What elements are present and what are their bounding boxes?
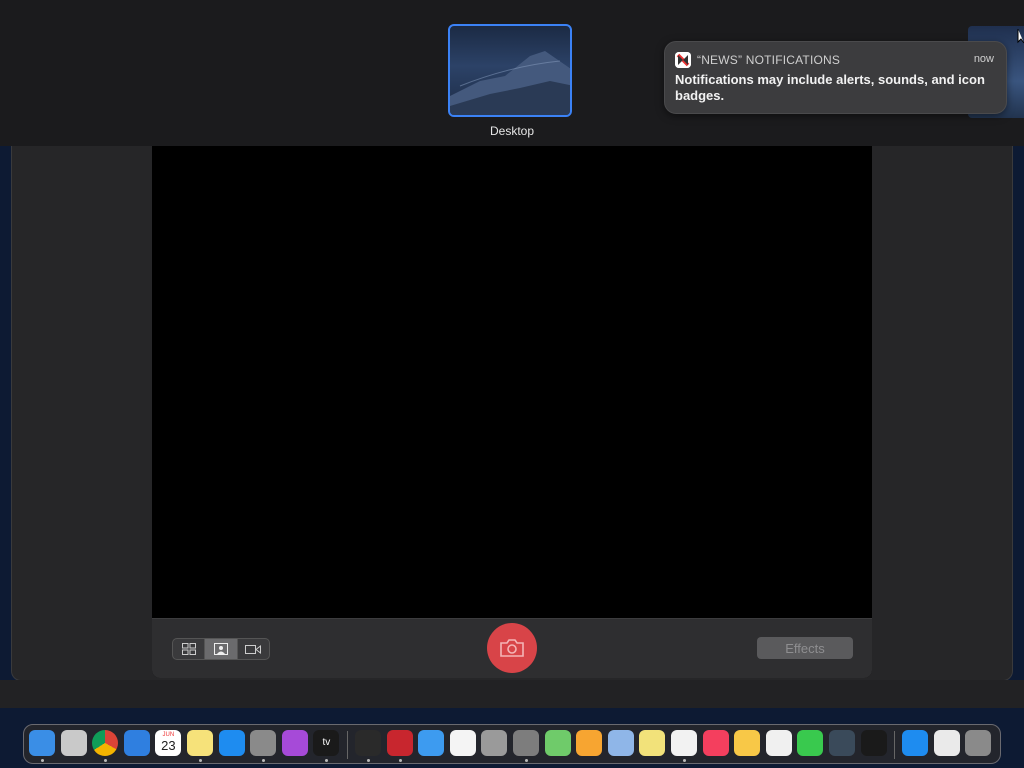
dock-calendar-icon[interactable]: JUN 23	[155, 730, 182, 756]
dock-trash-icon[interactable]	[965, 730, 992, 756]
dock-font-book-icon[interactable]	[481, 730, 508, 756]
apple-tv-label: tv	[322, 737, 331, 748]
dock-quicktime-icon[interactable]	[829, 730, 855, 756]
window-shelf	[0, 680, 1024, 708]
photo-booth-toolbar: Effects	[152, 618, 872, 678]
dock-stickies-icon[interactable]	[639, 730, 666, 756]
dock-activity-monitor-icon[interactable]	[355, 730, 381, 756]
dock-reminders-icon[interactable]	[449, 730, 476, 756]
dock-mail-icon[interactable]	[418, 730, 445, 756]
photo-booth-window: Effects	[152, 146, 872, 678]
running-indicator	[104, 759, 108, 762]
dock-voice-memos-icon[interactable]	[860, 730, 887, 756]
dock-finder-icon[interactable]	[29, 730, 55, 756]
dock-safari-icon[interactable]	[123, 730, 150, 756]
dock-maps-icon[interactable]	[544, 730, 571, 756]
dock-preview-icon[interactable]	[607, 730, 634, 756]
running-indicator	[367, 759, 370, 762]
single-photo-button[interactable]	[205, 639, 238, 659]
notification-body: Notifications may include alerts, sounds…	[675, 72, 985, 103]
grid-icon	[181, 643, 196, 655]
dock-notes-icon[interactable]	[187, 730, 213, 756]
dock-news-icon[interactable]	[671, 730, 697, 756]
news-icon	[675, 52, 691, 68]
running-indicator	[683, 759, 686, 762]
dock-messages-icon[interactable]	[797, 730, 824, 756]
dock-textedit-icon[interactable]	[765, 730, 792, 756]
notification-banner[interactable]: “NEWS” NOTIFICATIONS now Notifications m…	[664, 41, 1007, 114]
running-indicator	[199, 759, 202, 762]
running-indicator	[398, 759, 402, 762]
grid-view-button[interactable]	[173, 639, 206, 659]
mouse-cursor-icon	[1017, 29, 1024, 44]
take-photo-button[interactable]	[487, 623, 537, 673]
dock-apple-tv-icon[interactable]: tv	[313, 730, 340, 756]
desktop-label: Desktop	[489, 124, 535, 138]
video-mode-button[interactable]	[238, 639, 269, 659]
dock-launchpad-icon[interactable]	[60, 730, 87, 756]
notification-app-name: “NEWS” NOTIFICATIONS	[697, 53, 841, 67]
dock-separator	[347, 731, 348, 759]
notification-time: now	[973, 53, 994, 65]
desktop-thumbnail[interactable]	[448, 24, 572, 117]
running-indicator	[525, 759, 528, 762]
dock-podcasts-icon[interactable]	[281, 730, 308, 756]
dock-music-icon[interactable]	[702, 730, 729, 756]
dock-app-store-folder-icon[interactable]	[902, 730, 929, 756]
running-indicator	[325, 759, 329, 762]
view-mode-selector	[172, 638, 270, 660]
dock-system-preferences-icon[interactable]	[250, 730, 277, 756]
camera-icon	[500, 639, 524, 657]
effects-button[interactable]: Effects	[757, 637, 853, 659]
calendar-day: 23	[161, 738, 176, 753]
dock-photos-icon[interactable]	[734, 730, 761, 756]
running-indicator	[41, 759, 44, 762]
dock-separator	[894, 731, 896, 759]
dock-photo-booth-icon[interactable]	[386, 730, 413, 756]
mountain-wallpaper	[450, 51, 570, 115]
dock-home-icon[interactable]	[576, 730, 603, 756]
dock-screenshot-icon[interactable]	[513, 730, 539, 756]
portrait-icon	[213, 643, 228, 655]
dock: JUN 23 tv	[23, 724, 1001, 764]
dock-documents-icon[interactable]	[933, 730, 960, 756]
video-camera-icon	[245, 644, 262, 654]
dock-app-store-icon[interactable]	[218, 730, 245, 756]
running-indicator	[262, 759, 266, 762]
dock-chrome-icon[interactable]	[92, 730, 119, 756]
